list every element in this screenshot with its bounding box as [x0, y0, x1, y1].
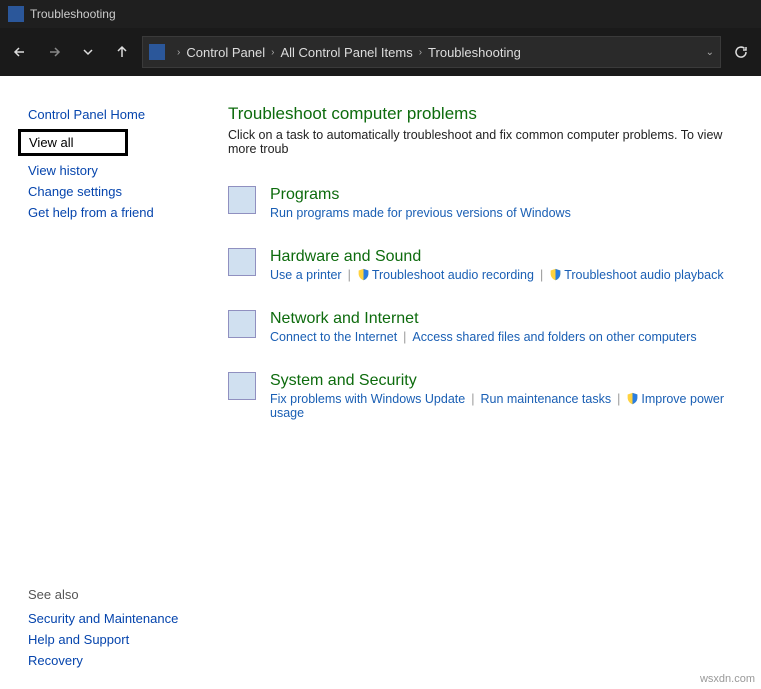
see-also-section: See also Security and Maintenance Help a… [28, 587, 178, 671]
change-settings-link[interactable]: Change settings [28, 181, 200, 202]
separator: | [617, 392, 620, 406]
breadcrumb-item[interactable]: Control Panel [186, 45, 265, 60]
task-link[interactable]: Run programs made for previous versions … [270, 206, 571, 220]
sidebar: Control Panel Home View all View history… [0, 76, 200, 689]
up-button[interactable] [108, 38, 136, 66]
category-row: System and Security Fix problems with Win… [228, 372, 751, 420]
navbar: › Control Panel › All Control Panel Item… [0, 28, 761, 76]
category-links: Fix problems with Windows Update | Run mai… [270, 392, 751, 420]
main-content: Troubleshoot computer problems Click on … [200, 76, 761, 689]
see-also-link[interactable]: Recovery [28, 650, 178, 671]
category-body: Hardware and Sound Use a printer | Troubles… [270, 248, 724, 282]
category-title[interactable]: Hardware and Sound [270, 248, 724, 266]
address-bar[interactable]: › Control Panel › All Control Panel Item… [142, 36, 721, 68]
control-panel-home-link[interactable]: Control Panel Home [28, 104, 200, 125]
app-icon [8, 6, 24, 22]
category-body: System and Security Fix problems with Win… [270, 372, 751, 420]
separator: | [540, 268, 543, 282]
refresh-button[interactable] [727, 38, 755, 66]
page-intro: Click on a task to automatically trouble… [228, 128, 751, 156]
category-links: Use a printer | Troubleshoot audio recordi… [270, 268, 724, 282]
see-also-heading: See also [28, 587, 178, 602]
chevron-right-icon: › [177, 47, 180, 58]
page-title: Troubleshoot computer problems [228, 104, 751, 124]
task-link[interactable]: Connect to the Internet [270, 330, 397, 344]
category-icon [228, 186, 256, 214]
category-row: Programs Run programs made for previous v… [228, 186, 751, 220]
chevron-right-icon: › [419, 47, 422, 58]
back-button[interactable] [6, 38, 34, 66]
titlebar: Troubleshooting [0, 0, 761, 28]
view-history-link[interactable]: View history [28, 160, 200, 181]
task-link[interactable]: Use a printer [270, 268, 342, 282]
category-title[interactable]: System and Security [270, 372, 751, 390]
chevron-right-icon: › [271, 47, 274, 58]
recent-dropdown[interactable] [74, 38, 102, 66]
see-also-link[interactable]: Security and Maintenance [28, 608, 178, 629]
uac-shield-icon [357, 268, 370, 281]
category-row: Network and Internet Connect to the Inter… [228, 310, 751, 344]
task-link[interactable]: Troubleshoot audio recording [372, 268, 534, 282]
get-help-link[interactable]: Get help from a friend [28, 202, 200, 223]
watermark: wsxdn.com [700, 673, 755, 685]
view-all-label: View all [29, 135, 74, 150]
category-title[interactable]: Network and Internet [270, 310, 697, 328]
breadcrumb-item[interactable]: All Control Panel Items [280, 45, 412, 60]
category-title[interactable]: Programs [270, 186, 571, 204]
separator: | [403, 330, 406, 344]
task-link[interactable]: Troubleshoot audio playback [564, 268, 723, 282]
task-link[interactable]: Run maintenance tasks [480, 392, 611, 406]
uac-shield-icon [549, 268, 562, 281]
task-link[interactable]: Fix problems with Windows Update [270, 392, 465, 406]
uac-shield-icon [626, 392, 639, 405]
view-all-link[interactable]: View all [18, 129, 128, 156]
category-icon [228, 248, 256, 276]
see-also-link[interactable]: Help and Support [28, 629, 178, 650]
forward-button[interactable] [40, 38, 68, 66]
category-icon [228, 310, 256, 338]
category-body: Programs Run programs made for previous v… [270, 186, 571, 220]
control-panel-icon [149, 44, 165, 60]
separator: | [348, 268, 351, 282]
category-icon [228, 372, 256, 400]
address-drop-icon[interactable]: ⌄ [706, 47, 714, 58]
separator: | [471, 392, 474, 406]
breadcrumb-item[interactable]: Troubleshooting [428, 45, 521, 60]
category-body: Network and Internet Connect to the Inter… [270, 310, 697, 344]
task-link[interactable]: Access shared files and folders on other… [412, 330, 696, 344]
category-links: Connect to the Internet | Access shared fi… [270, 330, 697, 344]
category-row: Hardware and Sound Use a printer | Troubles… [228, 248, 751, 282]
window-title: Troubleshooting [30, 7, 116, 21]
category-links: Run programs made for previous versions … [270, 206, 571, 220]
